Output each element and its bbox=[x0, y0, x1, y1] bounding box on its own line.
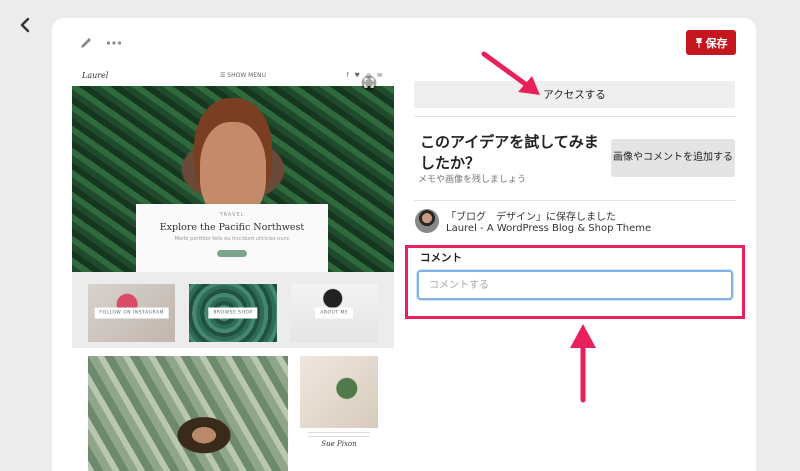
hero-caption-box: TRAVEL Explore the Pacific Northwest Mor… bbox=[136, 204, 328, 272]
author-photo bbox=[300, 356, 378, 428]
saved-to-board-prefix: 「ブログ デザイン」に保存しました bbox=[446, 212, 616, 223]
tile-label: BROWSE SHOP bbox=[208, 307, 258, 319]
expand-icon bbox=[361, 75, 377, 91]
pencil-icon bbox=[81, 38, 91, 48]
author-text-lines bbox=[308, 432, 370, 437]
divider bbox=[414, 200, 736, 201]
lower-photo bbox=[88, 356, 288, 471]
feature-tiles: FOLLOW ON INSTAGRAM BROWSE SHOP ABOUT ME bbox=[72, 272, 394, 348]
hero-subtitle: Morbi porttitor felis eu tincidunt ultri… bbox=[174, 236, 290, 242]
lower-section: Sue Pixon bbox=[72, 348, 394, 471]
add-photo-comment-button[interactable]: 画像やコメントを追加する bbox=[611, 139, 735, 177]
edit-button[interactable] bbox=[76, 34, 96, 52]
tile-shop: BROWSE SHOP bbox=[189, 284, 277, 342]
pin-image[interactable]: Laurel ☰ SHOW MENU f ♥ ◎ ✉ TRAVEL Explor… bbox=[72, 64, 394, 471]
tile-label: ABOUT ME bbox=[315, 307, 354, 319]
site-menu: ☰ SHOW MENU bbox=[219, 71, 267, 79]
saved-to-board-text: 「ブログ デザイン」に保存しました bbox=[446, 208, 616, 223]
save-label: 保存 bbox=[705, 36, 728, 50]
tile-about: ABOUT ME bbox=[290, 284, 378, 342]
author-signature: Sue Pixon bbox=[321, 440, 357, 448]
site-header: Laurel ☰ SHOW MENU f ♥ ◎ ✉ bbox=[72, 64, 394, 86]
board-name-link[interactable]: Laurel - A WordPress Blog & Shop Theme bbox=[446, 223, 651, 234]
avatar[interactable] bbox=[415, 209, 439, 233]
tried-it-subtitle: メモや画像を残しましょう bbox=[418, 175, 527, 185]
more-horizontal-icon bbox=[106, 41, 122, 45]
more-options-button[interactable] bbox=[104, 34, 124, 52]
tile-label: FOLLOW ON INSTAGRAM bbox=[94, 307, 169, 319]
pushpin-icon bbox=[695, 38, 702, 48]
pin-card: 保存 Laurel ☰ SHOW MENU f ♥ ◎ ✉ TRAVEL Exp… bbox=[52, 18, 756, 471]
divider bbox=[414, 116, 736, 117]
save-button[interactable]: 保存 bbox=[686, 30, 736, 55]
site-logo: Laurel bbox=[82, 70, 109, 80]
comment-label: コメント bbox=[420, 252, 462, 264]
expand-image-button[interactable] bbox=[359, 73, 379, 93]
hero-kicker: TRAVEL bbox=[219, 212, 245, 218]
back-button[interactable] bbox=[14, 14, 36, 36]
tile-instagram: FOLLOW ON INSTAGRAM bbox=[88, 284, 176, 342]
tried-it-title: このアイデアを試してみましたか？ bbox=[420, 133, 599, 172]
add-photo-comment-label: 画像やコメントを追加する bbox=[613, 152, 733, 163]
comment-input[interactable] bbox=[417, 270, 733, 300]
hero-title: Explore the Pacific Northwest bbox=[159, 222, 305, 233]
visit-button[interactable]: アクセスする bbox=[414, 81, 735, 108]
hero-image: TRAVEL Explore the Pacific Northwest Mor… bbox=[72, 86, 394, 272]
hero-read-more-button bbox=[217, 250, 247, 257]
chevron-left-icon bbox=[20, 17, 30, 33]
